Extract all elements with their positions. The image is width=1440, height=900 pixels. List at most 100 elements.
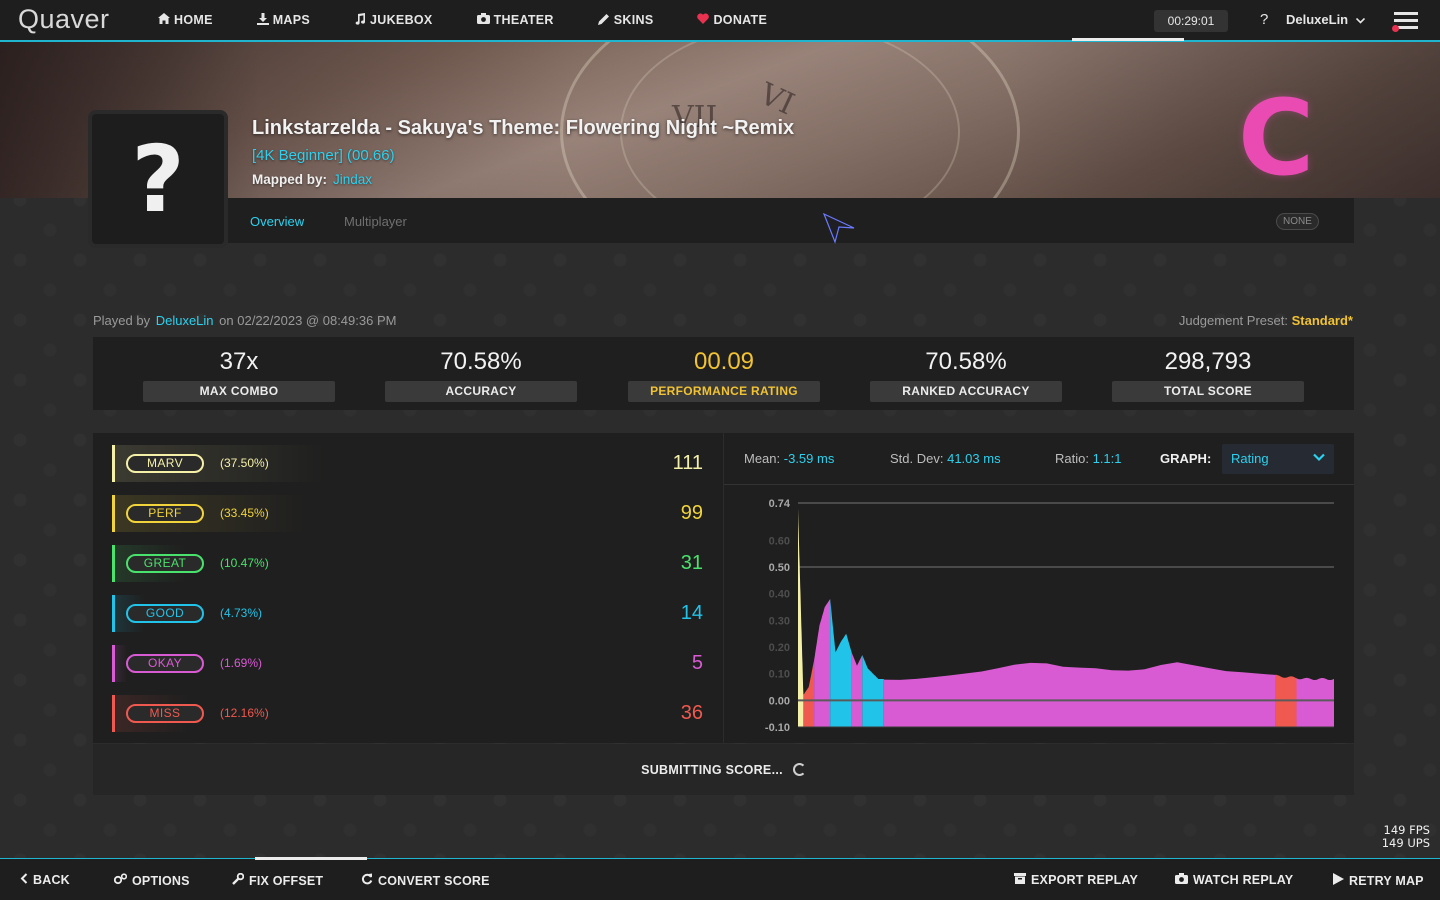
back-button[interactable]: BACK [20, 873, 70, 887]
std-dev-stat: Std. Dev: 41.03 ms [890, 451, 1001, 466]
ratio-label: Ratio: [1055, 451, 1089, 466]
stat-value: 00.09 [693, 348, 755, 375]
rating-area-segment [830, 599, 852, 727]
judgement-percent: (10.47%) [220, 556, 269, 570]
nav-skins[interactable]: SKINS [597, 13, 654, 28]
judgement-name: PERF [126, 504, 204, 523]
stat-total-score: 298,793 TOTAL SCORE [1112, 347, 1304, 402]
rating-area-segment [883, 662, 1276, 727]
mean-label: Mean: [744, 451, 781, 466]
heart-icon [697, 13, 710, 27]
stat-label: TOTAL SCORE [1112, 381, 1304, 402]
judgement-count: 5 [691, 652, 703, 674]
nav-jukebox[interactable]: JUKEBOX [354, 12, 433, 28]
stat-label: PERFORMANCE RATING [628, 381, 820, 402]
nav-theater[interactable]: THEATER [476, 13, 554, 27]
judgement-count: 111 [672, 452, 703, 474]
notification-dot [1392, 25, 1399, 32]
download-icon [256, 12, 269, 28]
options-button[interactable]: OPTIONS [113, 873, 190, 888]
export-replay-button[interactable]: EXPORT REPLAY [1014, 873, 1138, 887]
retry-map-button[interactable]: RETRY MAP [1333, 873, 1424, 888]
stat-accuracy: 70.58% ACCURACY [385, 347, 577, 402]
judgement-name: GREAT [126, 554, 204, 573]
graph-panel: Mean: -3.59 ms Std. Dev: 41.03 ms Ratio:… [724, 433, 1354, 743]
bottom-active-indicator [255, 857, 367, 860]
export-replay-label: EXPORT REPLAY [1031, 873, 1139, 887]
nav-donate[interactable]: DONATE [697, 13, 767, 27]
loading-spinner-icon [792, 763, 806, 776]
stat-label: MAX COMBO [143, 381, 335, 402]
quaver-logo[interactable]: Quaver [18, 4, 110, 35]
gears-icon [113, 873, 128, 888]
judgements-panel: MARV (37.50%) 111 PERF (33.45%) 99 GREAT… [93, 433, 723, 743]
archive-icon [1014, 873, 1026, 887]
nav-jukebox-label: JUKEBOX [370, 13, 433, 27]
chevron-left-icon [20, 873, 28, 887]
username: DeluxeLin [1286, 12, 1349, 27]
wrench-icon [232, 872, 245, 888]
graph-type-dropdown[interactable]: Rating [1222, 444, 1334, 474]
cursor-icon [822, 212, 856, 249]
convert-score-button[interactable]: CONVERT SCORE [361, 873, 490, 888]
judgement-row-marv: MARV (37.50%) 111 [112, 445, 712, 482]
session-timer: 00:29:01 [1154, 10, 1228, 32]
help-button[interactable]: ? [1260, 11, 1268, 28]
rating-area-segment [814, 599, 831, 727]
y-tick-label: 0.74 [769, 498, 791, 510]
judgement-preset[interactable]: Judgement Preset: Standard* [1179, 313, 1353, 328]
options-label: OPTIONS [132, 873, 190, 888]
convert-score-label: CONVERT SCORE [378, 873, 490, 888]
top-nav-bar: Quaver HOME MAPS JUKEBOX THEATER SKINS D… [0, 0, 1440, 42]
mapper-link[interactable]: Jindax [333, 172, 372, 187]
user-dropdown[interactable]: DeluxeLin [1286, 12, 1366, 27]
y-tick-label: 0.30 [769, 615, 790, 627]
camera-icon [476, 13, 490, 27]
rating-area-segment [803, 660, 815, 727]
pencil-icon [597, 13, 610, 28]
player-link[interactable]: DeluxeLin [156, 313, 214, 328]
nav-home-label: HOME [174, 13, 213, 27]
song-mapper-line: Mapped by: Jindax [252, 172, 372, 187]
judgement-count: 36 [680, 702, 703, 724]
std-dev-label: Std. Dev: [890, 451, 944, 466]
mapped-by-label: Mapped by: [252, 172, 328, 187]
watch-replay-button[interactable]: WATCH REPLAY [1175, 873, 1293, 887]
chevron-down-icon [1312, 450, 1326, 467]
nav-home[interactable]: HOME [158, 13, 213, 27]
judgement-name: MISS [126, 704, 204, 723]
chevron-down-icon [1356, 12, 1366, 27]
rating-area-segment [851, 652, 863, 727]
mods-badge: NONE [1276, 213, 1319, 230]
grade-letter: C [1238, 77, 1315, 199]
judgement-preset-value: Standard* [1291, 313, 1353, 328]
score-stats-panel: 37x MAX COMBO 70.58% ACCURACY 00.09 PERF… [93, 337, 1354, 410]
graph-stats-bar: Mean: -3.59 ms Std. Dev: 41.03 ms Ratio:… [724, 433, 1354, 485]
nav-maps-label: MAPS [272, 13, 311, 27]
stat-max-combo: 37x MAX COMBO [143, 347, 335, 402]
y-tick-label: 0.00 [769, 695, 790, 707]
played-date: on 02/22/2023 @ 08:49:36 PM [219, 313, 397, 328]
main-nav: HOME MAPS JUKEBOX THEATER SKINS DONATE [158, 0, 811, 40]
y-tick-label: 0.10 [769, 669, 790, 681]
submitting-score-bar: SUBMITTING SCORE... [93, 744, 1354, 795]
refresh-icon [361, 873, 373, 888]
judgement-count: 31 [680, 552, 703, 574]
judgement-row-good: GOOD (4.73%) 14 [112, 595, 712, 632]
stat-value: 70.58% [440, 348, 522, 375]
judgement-name: OKAY [126, 654, 204, 673]
nav-donate-label: DONATE [713, 13, 768, 27]
submitting-score-text: SUBMITTING SCORE... [641, 762, 783, 777]
judgement-percent: (1.69%) [220, 656, 263, 670]
ups-value: 149 UPS [1381, 836, 1430, 850]
tab-overview[interactable]: Overview [250, 214, 304, 229]
mean-stat: Mean: -3.59 ms [744, 451, 834, 466]
judgement-row-miss: MISS (12.16%) 36 [112, 695, 712, 732]
rating-area-segment [1296, 677, 1334, 727]
judgement-preset-label: Judgement Preset: [1178, 313, 1288, 328]
nav-maps[interactable]: MAPS [256, 12, 311, 28]
tab-multiplayer[interactable]: Multiplayer [344, 214, 407, 229]
watch-replay-label: WATCH REPLAY [1193, 873, 1294, 887]
stat-ranked-accuracy: 70.58% RANKED ACCURACY [870, 347, 1062, 402]
fix-offset-button[interactable]: FIX OFFSET [232, 872, 323, 888]
